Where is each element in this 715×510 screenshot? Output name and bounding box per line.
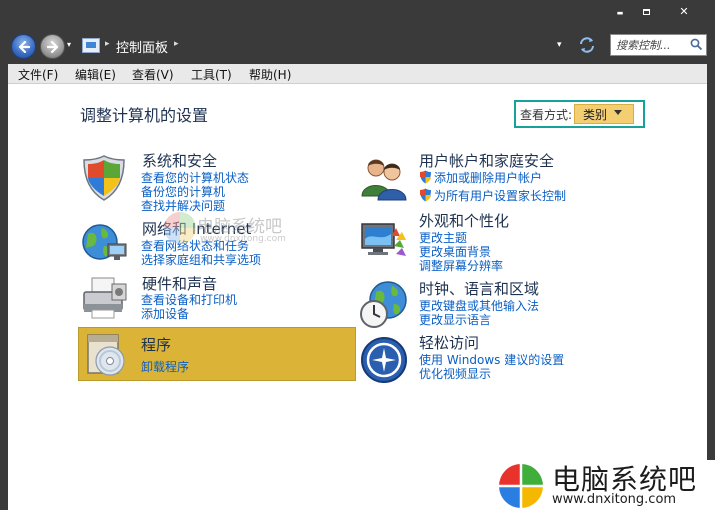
close-button[interactable]: ✕ bbox=[672, 4, 696, 20]
uac-shield-icon bbox=[420, 170, 431, 184]
search-box[interactable] bbox=[610, 34, 708, 56]
address-dropdown-button[interactable]: ▾ bbox=[557, 40, 562, 50]
menu-edit[interactable]: 编辑(E) bbox=[75, 66, 116, 83]
link-screen-resolution[interactable]: 调整屏幕分辨率 bbox=[419, 257, 503, 274]
link-add-device[interactable]: 添加设备 bbox=[141, 305, 189, 322]
breadcrumb-separator[interactable]: ▸ bbox=[174, 39, 179, 49]
minimize-button[interactable]: ▬ bbox=[608, 4, 632, 20]
monitor-palette-icon[interactable] bbox=[358, 214, 410, 266]
uac-shield-icon bbox=[420, 188, 431, 202]
link-change-display-language[interactable]: 更改显示语言 bbox=[419, 311, 491, 328]
chevron-down-icon[interactable] bbox=[614, 110, 622, 115]
link-parental-controls[interactable]: 为所有用户设置家长控制 bbox=[434, 187, 566, 204]
view-by-value[interactable]: 类别 bbox=[583, 106, 607, 123]
accessibility-icon[interactable] bbox=[358, 334, 410, 386]
category-title-appearance[interactable]: 外观和个性化 bbox=[419, 210, 509, 231]
category-title-clock-language-region[interactable]: 时钟、语言和区域 bbox=[419, 278, 539, 299]
users-icon[interactable] bbox=[358, 152, 410, 204]
shield-icon[interactable] bbox=[78, 152, 130, 204]
menu-tools[interactable]: 工具(T) bbox=[191, 66, 232, 83]
link-uninstall-program[interactable]: 卸载程序 bbox=[141, 358, 189, 375]
category-title-programs[interactable]: 程序 bbox=[141, 334, 171, 355]
arrow-left-icon bbox=[18, 41, 30, 53]
window-frame-left bbox=[0, 64, 8, 510]
forward-button[interactable] bbox=[40, 34, 65, 59]
history-dropdown-button[interactable]: ▾ bbox=[67, 41, 75, 49]
watermark-logo-icon bbox=[499, 464, 543, 508]
maximize-icon bbox=[642, 9, 650, 15]
menu-view[interactable]: 查看(V) bbox=[132, 66, 174, 83]
menu-help[interactable]: 帮助(H) bbox=[249, 66, 291, 83]
page-title: 调整计算机的设置 bbox=[80, 106, 209, 125]
globe-clock-icon[interactable] bbox=[358, 278, 410, 330]
maximize-button[interactable] bbox=[634, 4, 658, 20]
printer-icon[interactable] bbox=[78, 272, 130, 324]
link-homegroup-sharing[interactable]: 选择家庭组和共享选项 bbox=[141, 251, 261, 268]
close-icon: ✕ bbox=[679, 5, 689, 18]
breadcrumb-separator[interactable]: ▸ bbox=[105, 39, 110, 49]
view-by-label: 查看方式: bbox=[520, 108, 573, 122]
category-title-ease-of-access[interactable]: 轻松访问 bbox=[419, 332, 479, 353]
watermark-url-faint: www.dnxitong.com bbox=[200, 234, 286, 244]
category-title-user-accounts[interactable]: 用户帐户和家庭安全 bbox=[419, 150, 554, 171]
network-globe-icon[interactable] bbox=[78, 216, 130, 268]
menu-file[interactable]: 文件(F) bbox=[18, 66, 58, 83]
programs-disc-icon[interactable] bbox=[80, 329, 132, 381]
link-add-remove-accounts[interactable]: 添加或删除用户帐户 bbox=[434, 169, 542, 186]
link-optimize-video[interactable]: 优化视频显示 bbox=[419, 365, 491, 382]
category-title-system-security[interactable]: 系统和安全 bbox=[142, 150, 217, 171]
search-icon[interactable] bbox=[690, 38, 703, 51]
back-button[interactable] bbox=[11, 34, 36, 59]
minimize-icon: ▬ bbox=[616, 9, 624, 17]
menu-bar: 文件(F) 编辑(E) 查看(V) 工具(T) 帮助(H) bbox=[8, 64, 707, 84]
window-frame-right bbox=[707, 64, 715, 510]
watermark-url: www.dnxitong.com bbox=[552, 492, 677, 507]
arrow-right-icon bbox=[47, 41, 59, 53]
control-panel-icon bbox=[82, 38, 100, 53]
breadcrumb-control-panel[interactable]: 控制面板 bbox=[116, 37, 168, 56]
refresh-icon[interactable] bbox=[578, 36, 596, 54]
